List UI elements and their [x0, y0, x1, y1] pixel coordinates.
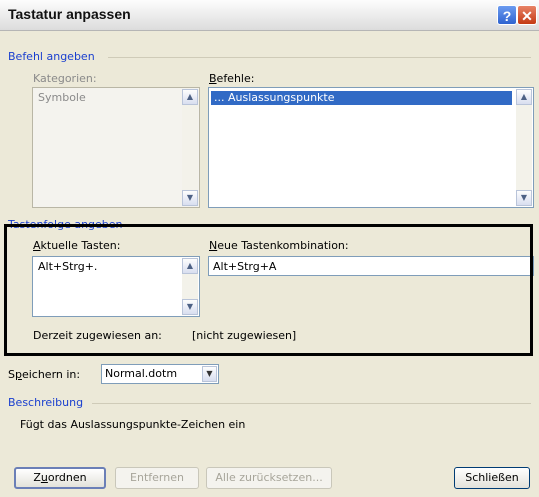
neue-tastenkombination-label: Neue Tastenkombination:	[209, 239, 349, 252]
kategorien-item[interactable]: Symbole	[35, 91, 86, 105]
befehle-label: Befehle:	[209, 72, 255, 85]
scroll-down-icon[interactable]: ▼	[182, 299, 198, 315]
neue-tastenkombination-input[interactable]: Alt+Strg+A	[208, 256, 534, 276]
speichern-label-s: S	[8, 368, 15, 381]
scroll-down-icon[interactable]: ▼	[182, 190, 198, 206]
scroll-up-icon[interactable]: ▲	[516, 89, 532, 105]
dialog-title: Tastatur anpassen	[8, 6, 131, 22]
beschreibung-group-divider	[92, 403, 531, 404]
title-bar[interactable]: Tastatur anpassen ? ✕	[0, 0, 539, 31]
derzeit-zugewiesen-value: [nicht zugewiesen]	[192, 329, 297, 342]
dialog-window: Tastatur anpassen ? ✕ Befehl angeben Kat…	[0, 0, 539, 497]
befehle-list[interactable]: ... Auslassungspunkte ▲ ▼	[208, 87, 534, 208]
aktuelle-tasten-scrollbar[interactable]: ▲ ▼	[182, 258, 198, 315]
kategorien-list[interactable]: Symbole ▲ ▼	[32, 87, 200, 208]
derzeit-zugewiesen-label: Derzeit zugewiesen an:	[33, 329, 162, 342]
close-icon[interactable]: ✕	[517, 5, 537, 25]
aktuelle-tasten-list[interactable]: Alt+Strg+. ▲ ▼	[32, 256, 200, 317]
kategorien-scrollbar[interactable]: ▲ ▼	[182, 89, 198, 206]
befehl-group-divider	[108, 57, 531, 58]
help-icon[interactable]: ?	[497, 5, 517, 25]
befehle-label-rest: efehle:	[216, 72, 255, 85]
speichern-in-value: Normal.dotm	[105, 367, 178, 380]
tastenfolge-group-title: Tastenfolge angeben	[8, 218, 123, 231]
beschreibung-text: Fügt das Auslassungspunkte-Zeichen ein	[20, 418, 246, 431]
zuordnen-button[interactable]: Zuordnen	[14, 467, 106, 489]
scroll-up-icon[interactable]: ▲	[182, 258, 198, 274]
speichern-label-rest: eichern in:	[21, 368, 81, 381]
aktuelle-tasten-label-rest: ktuelle Tasten:	[40, 239, 121, 252]
neue-tastenkombination-label-rest: eue Tastenkombination:	[217, 239, 349, 252]
entfernen-button[interactable]: Entfernen	[115, 467, 199, 489]
befehle-item-selected[interactable]: ... Auslassungspunkte	[211, 91, 512, 105]
speichern-in-dropdown[interactable]: Normal.dotm ▼	[101, 364, 219, 384]
scroll-up-icon[interactable]: ▲	[182, 89, 198, 105]
alle-zuruecksetzen-button[interactable]: Alle zurücksetzen...	[206, 467, 332, 489]
dropdown-arrow-icon[interactable]: ▼	[202, 366, 217, 382]
befehl-group-title: Befehl angeben	[8, 50, 95, 63]
befehle-scrollbar[interactable]: ▲ ▼	[516, 89, 532, 206]
zuordnen-rest: ordnen	[47, 471, 87, 484]
speichern-label: Speichern in:	[8, 368, 81, 381]
kategorien-label: Kategorien:	[33, 72, 97, 85]
aktuelle-tasten-label: Aktuelle Tasten:	[33, 239, 121, 252]
aktuelle-tasten-item[interactable]: Alt+Strg+.	[35, 260, 97, 274]
scroll-down-icon[interactable]: ▼	[516, 190, 532, 206]
beschreibung-group-title: Beschreibung	[8, 396, 84, 409]
schliessen-button[interactable]: Schließen	[454, 467, 530, 489]
zuordnen-z: Z	[33, 471, 41, 484]
